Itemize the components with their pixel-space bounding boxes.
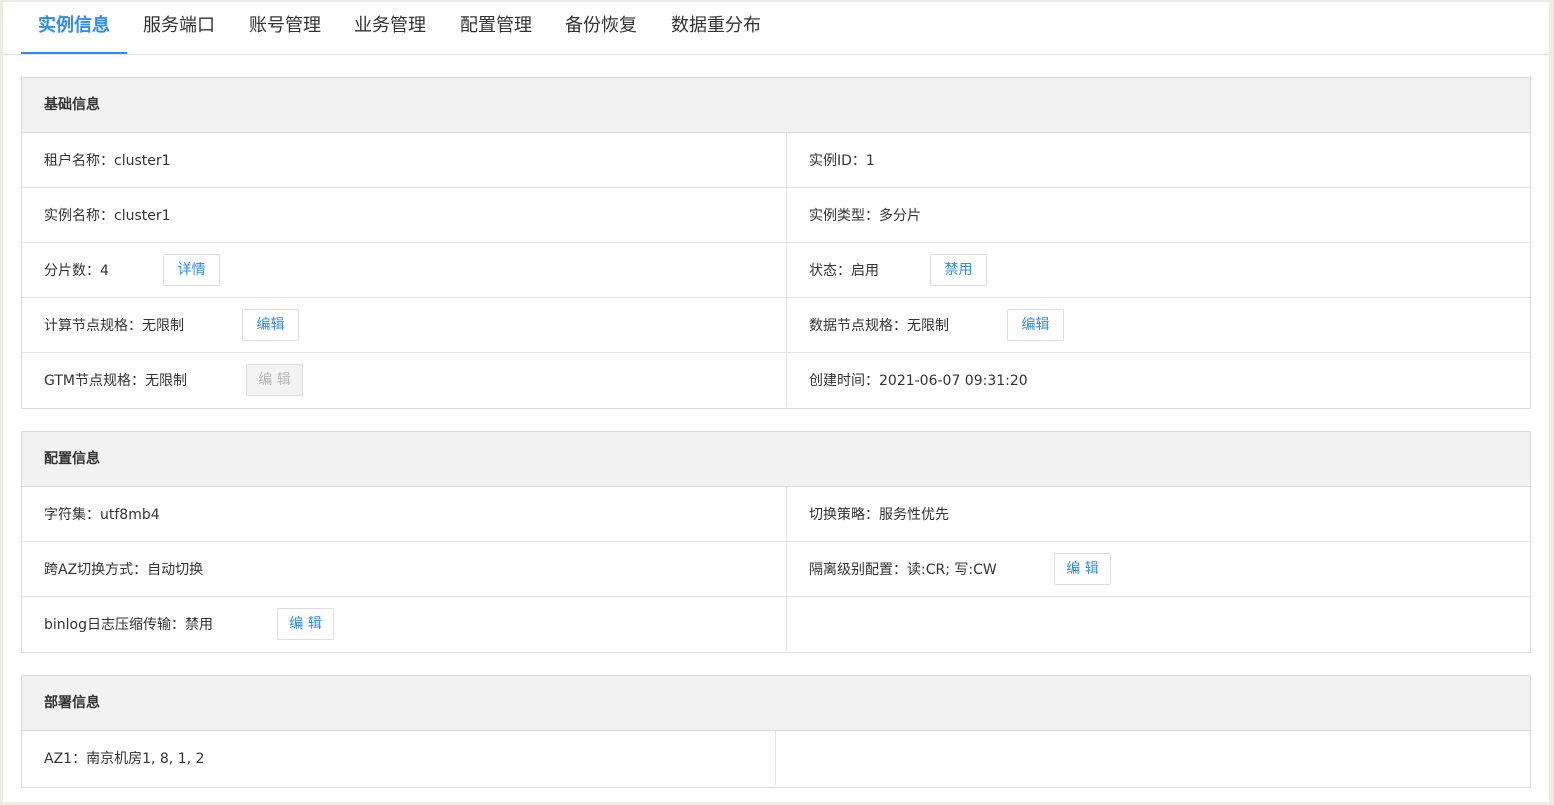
edit-gtm-spec-button[interactable]: 编 辑 (246, 364, 303, 396)
shards-cell: 分片数：4 详情 (22, 243, 787, 297)
tab-service-ports[interactable]: 服务端口 (143, 2, 215, 54)
created-time: 创建时间：2021-06-07 09:31:20 (809, 373, 1028, 389)
table-row: 分片数：4 详情 状态：启用 禁用 (22, 243, 1530, 298)
instance-type: 实例类型：多分片 (809, 208, 921, 224)
binlog-cell: binlog日志压缩传输：禁用 编 辑 (22, 597, 787, 651)
binlog-compression: binlog日志压缩传输：禁用 (44, 617, 213, 633)
table-row: AZ1：南京机房1, 8, 1, 2 (22, 731, 1530, 786)
compute-node-spec: 计算节点规格：无限制 (44, 318, 184, 334)
config-info-panel: 配置信息 字符集：utf8mb4 切换策略：服务性优先 跨AZ切换方式：自动切换… (21, 431, 1531, 653)
tab-data-redistribution[interactable]: 数据重分布 (671, 2, 761, 54)
instance-type-cell: 实例类型：多分片 (787, 188, 1530, 242)
tab-business-management[interactable]: 业务管理 (354, 2, 426, 54)
tab-instance-info[interactable]: 实例信息 (21, 2, 127, 54)
table-row: 跨AZ切换方式：自动切换 隔离级别配置：读:CR; 写:CW 编 辑 (22, 542, 1530, 597)
compute-spec-cell: 计算节点规格：无限制 编辑 (22, 298, 787, 352)
data-spec-cell: 数据节点规格：无限制 编辑 (787, 298, 1530, 352)
created-cell: 创建时间：2021-06-07 09:31:20 (787, 353, 1530, 407)
tenant-cell: 租户名称：cluster1 (22, 133, 787, 187)
cross-az-switch-mode: 跨AZ切换方式：自动切换 (44, 562, 204, 578)
az-switch-cell: 跨AZ切换方式：自动切换 (22, 542, 787, 596)
config-info-title: 配置信息 (22, 432, 1530, 487)
isolation-level: 隔离级别配置：读:CR; 写:CW (809, 562, 997, 578)
instance-status: 状态：启用 (809, 263, 879, 279)
charset-cell: 字符集：utf8mb4 (22, 487, 787, 541)
data-node-spec: 数据节点规格：无限制 (809, 318, 949, 334)
shard-details-button[interactable]: 详情 (163, 254, 220, 286)
tenant-name: 租户名称：cluster1 (44, 153, 171, 169)
tab-config-management[interactable]: 配置管理 (460, 2, 532, 54)
table-row: 租户名称：cluster1 实例ID：1 (22, 133, 1530, 188)
edit-compute-spec-button[interactable]: 编辑 (242, 309, 299, 341)
empty-cell (776, 731, 1530, 785)
instance-id: 实例ID：1 (809, 153, 875, 169)
instance-id-cell: 实例ID：1 (787, 133, 1530, 187)
tab-backup-restore[interactable]: 备份恢复 (565, 2, 637, 54)
edit-data-spec-button[interactable]: 编辑 (1007, 309, 1064, 341)
switch-policy-cell: 切换策略：服务性优先 (787, 487, 1530, 541)
disable-button[interactable]: 禁用 (930, 254, 987, 286)
charset: 字符集：utf8mb4 (44, 507, 160, 523)
basic-info-title: 基础信息 (22, 78, 1530, 133)
empty-cell (787, 597, 1530, 651)
table-row: 计算节点规格：无限制 编辑 数据节点规格：无限制 编辑 (22, 298, 1530, 353)
gtm-spec-cell: GTM节点规格：无限制 编 辑 (22, 353, 787, 407)
instance-name: 实例名称：cluster1 (44, 208, 171, 224)
tab-bar: 实例信息 服务端口 账号管理 业务管理 配置管理 备份恢复 数据重分布 (3, 2, 1549, 55)
edit-isolation-button[interactable]: 编 辑 (1054, 553, 1111, 585)
az1-cell: AZ1：南京机房1, 8, 1, 2 (22, 731, 776, 785)
gtm-node-spec: GTM节点规格：无限制 (44, 373, 187, 389)
table-row: binlog日志压缩传输：禁用 编 辑 (22, 597, 1530, 652)
status-cell: 状态：启用 禁用 (787, 243, 1530, 297)
switch-policy: 切换策略：服务性优先 (809, 507, 949, 523)
shard-count: 分片数：4 (44, 263, 109, 279)
isolation-cell: 隔离级别配置：读:CR; 写:CW 编 辑 (787, 542, 1530, 596)
tab-account-management[interactable]: 账号管理 (249, 2, 321, 54)
instance-name-cell: 实例名称：cluster1 (22, 188, 787, 242)
deploy-info-panel: 部署信息 AZ1：南京机房1, 8, 1, 2 (21, 675, 1531, 788)
edit-binlog-button[interactable]: 编 辑 (277, 608, 334, 640)
table-row: GTM节点规格：无限制 编 辑 创建时间：2021-06-07 09:31:20 (22, 353, 1530, 408)
table-row: 字符集：utf8mb4 切换策略：服务性优先 (22, 487, 1530, 542)
deploy-info-title: 部署信息 (22, 676, 1530, 731)
basic-info-panel: 基础信息 租户名称：cluster1 实例ID：1 实例名称：cluster1 … (21, 77, 1531, 409)
table-row: 实例名称：cluster1 实例类型：多分片 (22, 188, 1530, 243)
instance-detail-page: 实例信息 服务端口 账号管理 业务管理 配置管理 备份恢复 数据重分布 基础信息… (3, 2, 1549, 802)
az1-info: AZ1：南京机房1, 8, 1, 2 (44, 751, 205, 767)
